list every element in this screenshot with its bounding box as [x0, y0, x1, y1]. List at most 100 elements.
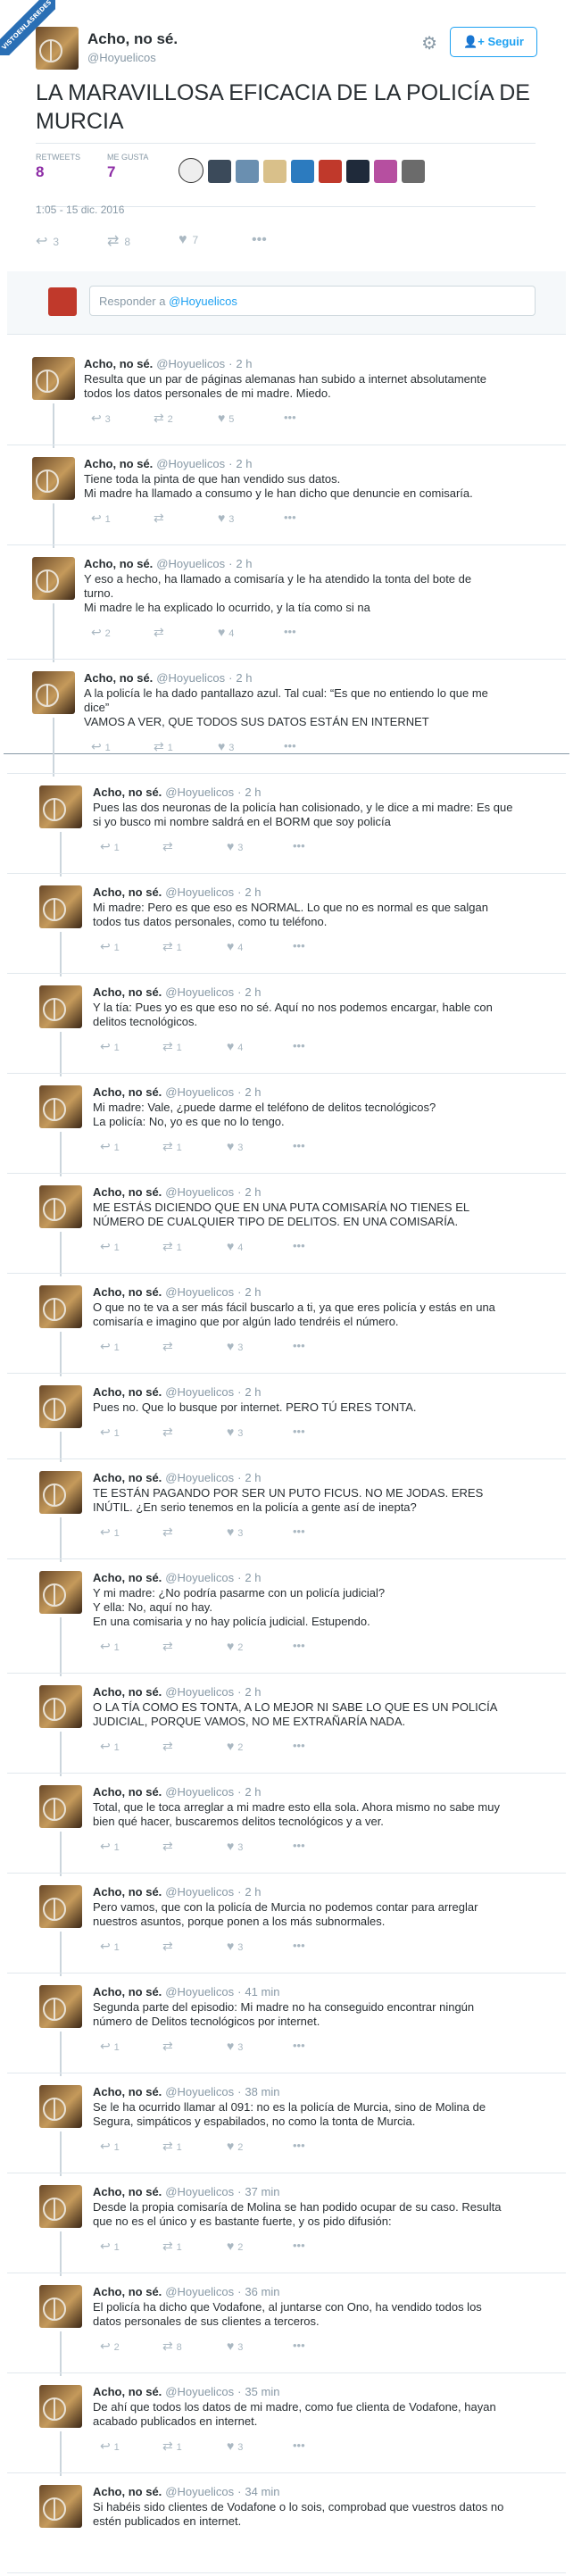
- like-action[interactable]: ♥ 3: [218, 511, 234, 525]
- reply-action[interactable]: ↩ 1: [100, 1039, 120, 1054]
- reply-action[interactable]: ↩ 1: [100, 2439, 120, 2454]
- like-action[interactable]: ♥ 3: [227, 1939, 243, 1953]
- retweets-stat[interactable]: RETWEETS 8: [36, 153, 80, 181]
- tweet-time[interactable]: 2 h: [245, 1085, 261, 1099]
- thread-tweet[interactable]: Acho, no sé. @Hoyuelicos · 2 h Y mi madre: ¿…: [0, 1571, 573, 1676]
- author-handle[interactable]: @Hoyuelicos: [165, 1085, 234, 1099]
- more-icon[interactable]: •••: [284, 739, 296, 752]
- thread-tweet[interactable]: Acho, no sé. @Hoyuelicos · 2 h Tiene toda la…: [0, 457, 573, 548]
- author-name[interactable]: Acho, no sé.: [93, 1471, 162, 1484]
- reply-action[interactable]: ↩ 2: [100, 2339, 120, 2354]
- avatar[interactable]: [32, 557, 75, 600]
- like-action[interactable]: ♥ 2: [227, 2239, 243, 2253]
- avatar[interactable]: [39, 2385, 82, 2428]
- author-name[interactable]: Acho, no sé.: [93, 1885, 162, 1899]
- tweet-time[interactable]: 41 min: [245, 1985, 279, 1998]
- author-name[interactable]: Acho, no sé.: [93, 785, 162, 799]
- thread-tweet[interactable]: Acho, no sé. @Hoyuelicos · 2 h TE ESTÁN PAGA…: [0, 1471, 573, 1562]
- avatar[interactable]: [39, 2185, 82, 2228]
- liker-avatar[interactable]: [179, 158, 203, 183]
- author-handle[interactable]: @Hoyuelicos: [165, 2485, 234, 2498]
- reply-action[interactable]: ↩ 1: [100, 1525, 120, 1540]
- reply-action[interactable]: ↩ 1: [100, 1939, 120, 1954]
- author-name[interactable]: Acho, no sé.: [93, 1785, 162, 1799]
- avatar[interactable]: [39, 1385, 82, 1428]
- thread-tweet[interactable]: Acho, no sé. @Hoyuelicos · 2 h Y la tía: Pue…: [0, 985, 573, 1076]
- like-action[interactable]: ♥ 4: [227, 1239, 243, 1253]
- retweet-action[interactable]: ⇄: [162, 1339, 173, 1354]
- more-icon[interactable]: •••: [293, 1525, 305, 1538]
- liker-avatar[interactable]: [291, 160, 314, 183]
- reply-action[interactable]: ↩ 1: [100, 1839, 120, 1854]
- more-icon[interactable]: •••: [293, 1339, 305, 1352]
- author-handle[interactable]: @Hoyuelicos: [165, 1885, 234, 1899]
- tweet-time[interactable]: 35 min: [245, 2385, 279, 2398]
- author-handle[interactable]: @Hoyuelicos: [165, 1685, 234, 1699]
- tweet-time[interactable]: 2 h: [245, 1571, 261, 1584]
- author-name[interactable]: Acho, no sé.: [93, 1571, 162, 1584]
- avatar[interactable]: [39, 1785, 82, 1828]
- author-name[interactable]: Acho, no sé.: [93, 2185, 162, 2198]
- follow-button[interactable]: 👤+ Seguir: [450, 27, 537, 57]
- liker-avatar[interactable]: [346, 160, 370, 183]
- thread-tweet[interactable]: Acho, no sé. @Hoyuelicos · 2 h Mi madre: Per…: [0, 885, 573, 976]
- tweet-time[interactable]: 2 h: [245, 1785, 261, 1799]
- like-action[interactable]: ♥ 3: [227, 2339, 243, 2353]
- more-icon[interactable]: •••: [293, 2439, 305, 2452]
- retweet-action[interactable]: ⇄ 1: [162, 939, 182, 954]
- like-action[interactable]: ♥ 5: [218, 411, 234, 425]
- more-icon[interactable]: •••: [293, 1739, 305, 1752]
- thread-tweet[interactable]: Acho, no sé. @Hoyuelicos · 2 h Resulta que u…: [0, 357, 573, 448]
- retweet-action[interactable]: ⇄ 1: [162, 2139, 182, 2154]
- retweet-action[interactable]: ⇄: [162, 1639, 173, 1654]
- retweet-action[interactable]: ⇄: [162, 1425, 173, 1440]
- author-handle[interactable]: @Hoyuelicos: [165, 1285, 234, 1299]
- avatar[interactable]: [32, 357, 75, 400]
- like-action[interactable]: ♥ 3: [227, 1139, 243, 1153]
- thread-tweet[interactable]: Acho, no sé. @Hoyuelicos · 2 hA la policía …: [0, 671, 573, 777]
- author-name[interactable]: Acho, no sé.: [93, 1185, 162, 1199]
- reply-action[interactable]: ↩ 3: [36, 232, 59, 250]
- more-icon[interactable]: •••: [293, 1039, 305, 1052]
- tweet-time[interactable]: 2 h: [245, 1471, 261, 1484]
- liker-avatar[interactable]: [402, 160, 425, 183]
- avatar[interactable]: [39, 1685, 82, 1728]
- author-handle[interactable]: @Hoyuelicos: [87, 51, 156, 64]
- reply-action[interactable]: ↩ 1: [100, 1239, 120, 1254]
- avatar[interactable]: [39, 1571, 82, 1614]
- author-name[interactable]: Acho, no sé.: [93, 1085, 162, 1099]
- thread-tweet[interactable]: Acho, no sé. @Hoyuelicos · 38 min Se le ha o…: [0, 2085, 573, 2176]
- avatar[interactable]: [39, 785, 82, 828]
- tweet-time[interactable]: 2 h: [245, 1185, 261, 1199]
- like-action[interactable]: ♥ 3: [227, 1425, 243, 1439]
- author-handle[interactable]: @Hoyuelicos: [165, 1185, 234, 1199]
- more-icon[interactable]: •••: [293, 1939, 305, 1952]
- author-name[interactable]: Acho, no sé.: [84, 357, 153, 370]
- thread-tweet[interactable]: Acho, no sé. @Hoyuelicos · 35 min De ahí que…: [0, 2385, 573, 2476]
- tweet-time[interactable]: 37 min: [245, 2185, 279, 2198]
- author-name[interactable]: Acho, no sé.: [93, 1685, 162, 1699]
- thread-tweet[interactable]: Acho, no sé. @Hoyuelicos · 2 h Pues no. Que …: [0, 1385, 573, 1462]
- like-action[interactable]: ♥ 4: [227, 939, 243, 953]
- retweet-action[interactable]: ⇄: [162, 1525, 173, 1540]
- reply-action[interactable]: ↩ 1: [100, 2239, 120, 2254]
- author-name[interactable]: Acho, no sé.: [93, 2085, 162, 2098]
- retweet-action[interactable]: ⇄: [162, 1939, 173, 1954]
- more-icon[interactable]: •••: [284, 411, 296, 424]
- retweet-action[interactable]: ⇄: [154, 511, 164, 526]
- more-icon[interactable]: •••: [293, 2339, 305, 2352]
- author-name[interactable]: Acho, no sé.: [93, 2385, 162, 2398]
- tweet-time[interactable]: 2 h: [245, 1385, 261, 1399]
- avatar[interactable]: [32, 457, 75, 500]
- thread-tweet[interactable]: Acho, no sé. @Hoyuelicos · 2 h ME ESTÁS DICI…: [0, 1185, 573, 1276]
- author-name[interactable]: Acho, no sé.: [87, 30, 178, 48]
- avatar[interactable]: [39, 985, 82, 1028]
- avatar[interactable]: [39, 1185, 82, 1228]
- more-icon[interactable]: •••: [293, 1425, 305, 1438]
- more-icon[interactable]: •••: [293, 839, 305, 852]
- reply-action[interactable]: ↩ 1: [100, 2139, 120, 2154]
- like-action[interactable]: ♥ 4: [218, 625, 234, 639]
- avatar[interactable]: [39, 1885, 82, 1928]
- author-name[interactable]: Acho, no sé.: [84, 557, 153, 570]
- author-handle[interactable]: @Hoyuelicos: [165, 1785, 234, 1799]
